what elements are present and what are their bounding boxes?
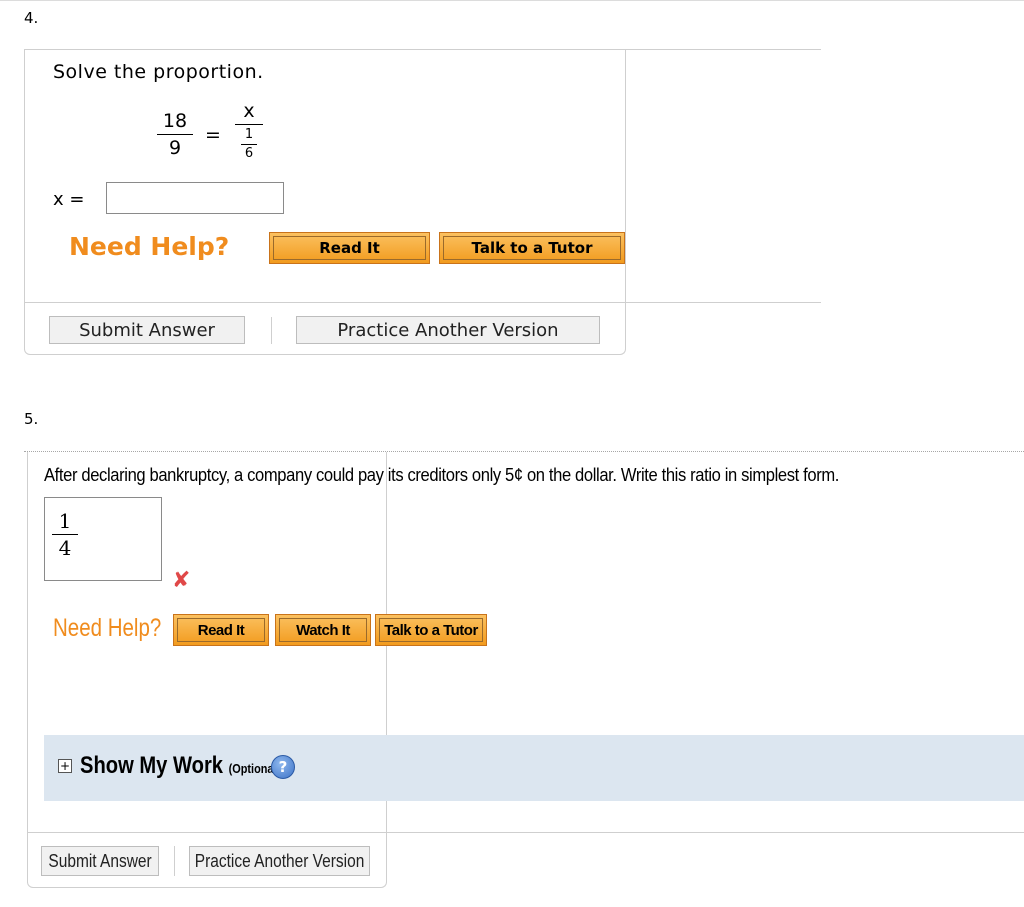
expand-plus-icon[interactable]: + bbox=[58, 759, 72, 773]
talk-to-tutor-button[interactable]: Talk to a Tutor bbox=[375, 614, 487, 646]
fraction-right-numerator: x bbox=[243, 100, 255, 122]
top-border bbox=[0, 0, 1024, 1]
read-it-button-label: Read It bbox=[177, 618, 265, 642]
answer-label-x: x = bbox=[53, 189, 85, 210]
answer-denominator: 4 bbox=[58, 536, 72, 560]
fraction-right-inner-numerator: 1 bbox=[244, 127, 254, 142]
question-number-5: 5. bbox=[24, 410, 39, 428]
watch-it-button[interactable]: Watch It bbox=[275, 614, 371, 646]
talk-to-tutor-button[interactable]: Talk to a Tutor bbox=[439, 232, 625, 264]
question-4-top-border bbox=[24, 49, 821, 50]
fraction-right: x 1 6 bbox=[235, 102, 263, 160]
submit-answer-label: Submit Answer bbox=[48, 850, 152, 871]
equals-sign: = bbox=[205, 124, 221, 146]
incorrect-icon: ✘ bbox=[172, 568, 191, 593]
practice-another-version-label: Practice Another Version bbox=[194, 850, 365, 871]
help-question-icon[interactable]: ? bbox=[271, 755, 295, 779]
button-divider bbox=[174, 846, 175, 876]
talk-to-tutor-button-label: Talk to a Tutor bbox=[443, 236, 621, 260]
fraction-right-inner-denominator: 6 bbox=[244, 146, 254, 161]
need-help-label: Need Help? bbox=[69, 232, 230, 261]
question-4-prompt: Solve the proportion. bbox=[53, 61, 264, 83]
watch-it-button-label: Watch It bbox=[279, 618, 367, 642]
submit-answer-button[interactable]: Submit Answer bbox=[41, 846, 159, 876]
need-help-label: Need Help? bbox=[53, 614, 162, 642]
fraction-left-numerator: 18 bbox=[162, 110, 188, 132]
answer-fraction: 1 4 bbox=[52, 511, 78, 558]
question-5-prompt: After declaring bankruptcy, a company co… bbox=[44, 465, 840, 485]
read-it-button-label: Read It bbox=[273, 236, 426, 260]
read-it-button[interactable]: Read It bbox=[173, 614, 269, 646]
answer-input-x[interactable] bbox=[106, 182, 284, 214]
fraction-left: 18 9 bbox=[157, 112, 193, 158]
show-my-work-title[interactable]: Show My Work (Optional) bbox=[80, 752, 280, 780]
submit-answer-button[interactable]: Submit Answer bbox=[49, 316, 245, 344]
talk-to-tutor-button-label: Talk to a Tutor bbox=[379, 618, 483, 642]
show-my-work-label: Show My Work bbox=[80, 752, 224, 779]
practice-another-version-button[interactable]: Practice Another Version bbox=[296, 316, 600, 344]
question-5-separator bbox=[27, 832, 1024, 833]
question-number-4: 4. bbox=[24, 9, 39, 27]
question-4-separator bbox=[24, 302, 821, 303]
button-divider bbox=[271, 317, 272, 344]
fraction-left-denominator: 9 bbox=[168, 137, 182, 159]
practice-another-version-button[interactable]: Practice Another Version bbox=[189, 846, 370, 876]
answer-numerator: 1 bbox=[58, 509, 72, 533]
read-it-button[interactable]: Read It bbox=[269, 232, 430, 264]
